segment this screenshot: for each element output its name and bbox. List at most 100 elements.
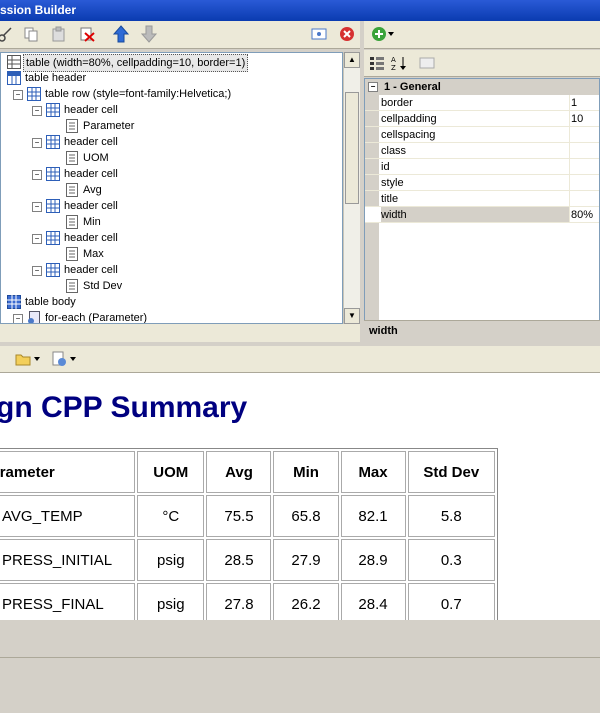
preview-cell: 28.4 (340, 583, 406, 620)
status-area (0, 620, 600, 713)
move-down-button[interactable] (140, 25, 158, 43)
property-row[interactable]: style (365, 175, 599, 191)
property-row[interactable]: cellpadding 10 (365, 111, 599, 127)
copy-icon (24, 27, 38, 42)
open-dropdown-button[interactable] (32, 350, 42, 368)
scroll-up-button[interactable]: ▲ (344, 52, 360, 68)
collapse-icon[interactable]: − (368, 82, 378, 93)
add-icon (372, 27, 386, 41)
collapse-icon[interactable]: − (32, 138, 42, 148)
property-value[interactable]: 80% (571, 207, 599, 223)
table-row: PRESS_FINAL psig 27.8 26.2 28.4 0.7 (0, 583, 495, 620)
scroll-down-button[interactable]: ▼ (344, 308, 360, 324)
collapse-icon[interactable]: − (13, 90, 23, 100)
preview-cell: °C (137, 495, 205, 537)
tree-item-label: header cell (64, 232, 118, 244)
property-grid[interactable]: −1 - General border 1 cellpadding 10 cellspa… (364, 78, 600, 321)
preview-cell: 75.5 (206, 495, 272, 537)
tree-item-label: Std Dev (83, 280, 123, 292)
property-grid-toolbar: AZ (364, 50, 600, 77)
sort-az-icon: AZ (391, 56, 406, 71)
header-cell-icon (46, 199, 60, 213)
table-body-icon (7, 295, 21, 309)
delete-button[interactable] (78, 25, 96, 43)
collapse-icon[interactable]: − (13, 314, 23, 323)
property-value[interactable]: 10 (571, 111, 599, 127)
copy-button[interactable] (22, 25, 40, 43)
html-preview: mpaign CPP Summary ParameterUOMAvgMinMax… (0, 373, 600, 620)
property-row[interactable]: width 80% (365, 207, 599, 223)
export-button[interactable] (50, 350, 68, 368)
header-cell-icon (46, 135, 60, 149)
categorized-icon (370, 57, 384, 70)
arrow-down-icon (141, 25, 157, 43)
preview-title: mpaign CPP Summary (0, 391, 248, 424)
preview-header-cell: Min (273, 451, 339, 493)
tree-item-label: table row (style=font-family:Helvetica;) (45, 88, 232, 100)
folder-icon (15, 354, 31, 366)
preview-header-cell: UOM (137, 451, 205, 493)
property-pages-button[interactable] (418, 54, 436, 72)
collapse-icon[interactable]: − (32, 170, 42, 180)
tree-item-label: UOM (83, 152, 109, 164)
preview-cell: psig (137, 583, 205, 620)
tree-vertical-scrollbar[interactable]: ▲ ▼ (343, 52, 360, 324)
property-name: border (381, 95, 570, 110)
paste-button[interactable] (50, 25, 68, 43)
property-row[interactable]: class (365, 143, 599, 159)
collapse-icon[interactable]: − (32, 234, 42, 244)
svg-text:A: A (391, 56, 396, 64)
property-name: cellpadding (381, 111, 570, 126)
alphabetical-button[interactable]: AZ (390, 54, 408, 72)
categorized-button[interactable] (368, 54, 386, 72)
collapse-icon[interactable]: − (32, 106, 42, 116)
scroll-thumb[interactable] (345, 92, 359, 204)
tree-item-label: table body (25, 296, 76, 308)
tree-horizontal-area (0, 324, 360, 342)
close-tree-button[interactable] (338, 25, 356, 43)
table-row: PRESS_INITIAL psig 28.5 27.9 28.9 0.3 (0, 539, 495, 581)
svg-text:Z: Z (391, 64, 396, 71)
property-row[interactable]: border 1 (365, 95, 599, 111)
open-button[interactable] (14, 350, 32, 368)
cut-button[interactable] (0, 25, 14, 43)
expand-all-button[interactable] (310, 25, 328, 43)
tree-item-label: Parameter (83, 120, 135, 132)
preview-cell: PRESS_INITIAL (0, 539, 136, 581)
description-title: width (369, 325, 398, 337)
preview-cell: 5.8 (407, 495, 495, 537)
preview-cell: psig (137, 539, 205, 581)
header-cell-icon (46, 103, 60, 117)
property-row[interactable]: title (365, 191, 599, 207)
expand-icon (311, 28, 327, 40)
tree-item-label: Avg (83, 184, 102, 196)
property-category[interactable]: −1 - General (365, 79, 599, 95)
property-name: id (381, 159, 570, 174)
preview-cell: 0.3 (407, 539, 495, 581)
preview-header-cell: Std Dev (407, 451, 495, 493)
tree-toolbar (0, 21, 362, 49)
tree-item-label: header cell (64, 136, 118, 148)
property-pages-icon (419, 57, 435, 69)
preview-cell: 27.8 (206, 583, 272, 620)
property-row[interactable]: cellspacing (365, 127, 599, 143)
collapse-icon[interactable]: − (32, 266, 42, 276)
property-name: title (381, 191, 570, 206)
chevron-down-icon (388, 32, 394, 36)
preview-table: ParameterUOMAvgMinMaxStd Dev AVG_TEMP°C7… (0, 448, 498, 620)
property-name: style (381, 175, 570, 190)
export-dropdown-button[interactable] (68, 350, 78, 368)
preview-header-cell: Avg (206, 451, 272, 493)
property-value[interactable]: 1 (571, 95, 599, 111)
preview-header-cell: Parameter (0, 451, 136, 493)
header-cell-icon (46, 167, 60, 181)
window-title-bar: ssion Builder (0, 0, 600, 21)
preview-header-cell: Max (340, 451, 406, 493)
move-up-button[interactable] (112, 25, 130, 43)
add-dropdown-button[interactable] (386, 25, 396, 43)
property-row[interactable]: id (365, 159, 599, 175)
preview-cell: 26.2 (273, 583, 339, 620)
element-tree[interactable]: table (width=80%, cellpadding=10, border… (0, 52, 343, 324)
table-header-icon (7, 71, 21, 85)
collapse-icon[interactable]: − (32, 202, 42, 212)
